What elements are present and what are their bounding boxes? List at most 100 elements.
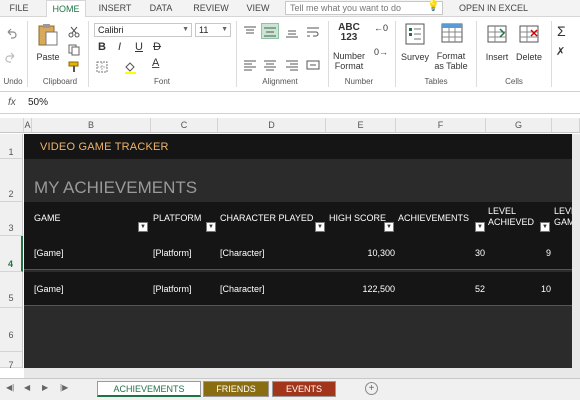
column-header-b[interactable]: B bbox=[32, 118, 151, 133]
filter-dropdown-icon[interactable]: ▼ bbox=[384, 222, 394, 232]
row-header-7[interactable]: 7 bbox=[0, 352, 23, 370]
divider bbox=[236, 21, 237, 87]
cut-icon[interactable] bbox=[68, 26, 80, 38]
cell-platform[interactable]: [Platform] bbox=[153, 284, 192, 294]
row-header-6[interactable]: 6 bbox=[0, 308, 23, 352]
survey-button[interactable]: Survey bbox=[399, 52, 431, 62]
font-color-button[interactable]: A bbox=[152, 57, 159, 69]
align-top-icon[interactable] bbox=[243, 26, 257, 38]
header-game: GAME bbox=[34, 213, 61, 223]
add-sheet-button[interactable]: + bbox=[365, 382, 378, 395]
clear-icon[interactable]: ✗ bbox=[556, 45, 565, 58]
table-row[interactable]: [Game] [Platform] [Character] 10,300 30 … bbox=[24, 236, 580, 270]
align-left-icon[interactable] bbox=[243, 59, 257, 71]
borders-icon[interactable] bbox=[96, 61, 108, 73]
align-middle-button[interactable] bbox=[261, 23, 279, 39]
worksheet[interactable]: VIDEO GAME TRACKER MY ACHIEVEMENTS GAME … bbox=[24, 134, 580, 368]
number-format-button[interactable]: Number Format bbox=[330, 51, 368, 71]
delete-button[interactable]: Delete bbox=[513, 52, 545, 62]
increase-decimal-icon[interactable]: ←0 bbox=[374, 23, 388, 33]
row-header-5[interactable]: 5 bbox=[0, 272, 23, 308]
group-label-cells: Cells bbox=[505, 77, 523, 86]
column-header-a[interactable]: A bbox=[24, 118, 32, 133]
horizontal-scrollbar[interactable] bbox=[24, 368, 572, 378]
divider bbox=[328, 21, 329, 87]
redo-icon[interactable] bbox=[5, 51, 17, 63]
underline-button[interactable]: U bbox=[135, 41, 143, 53]
strikethrough-button[interactable]: D bbox=[153, 41, 161, 53]
previous-sheet-icon[interactable]: ◀ bbox=[24, 383, 30, 392]
sheet-tab-friends[interactable]: FRIENDS bbox=[203, 381, 269, 397]
cell-game[interactable]: [Game] bbox=[34, 248, 64, 258]
filter-dropdown-icon[interactable]: ▼ bbox=[315, 222, 325, 232]
tab-data[interactable]: DATA bbox=[143, 0, 179, 17]
sheet-tab-achievements[interactable]: ACHIEVEMENTS bbox=[97, 381, 201, 397]
select-all-corner[interactable] bbox=[0, 118, 24, 133]
sheet-tab-events[interactable]: EVENTS bbox=[272, 381, 336, 397]
column-header-h[interactable] bbox=[552, 118, 580, 133]
group-label-clipboard: Clipboard bbox=[42, 77, 78, 86]
undo-icon[interactable] bbox=[5, 27, 17, 39]
row-header-4[interactable]: 4 bbox=[0, 236, 23, 272]
cell-character[interactable]: [Character] bbox=[220, 284, 265, 294]
cell-level[interactable]: 10 bbox=[486, 284, 551, 294]
autosum-icon[interactable]: Σ bbox=[557, 23, 566, 39]
column-header-f[interactable]: F bbox=[396, 118, 486, 133]
row-header-3[interactable]: 3 bbox=[0, 202, 23, 236]
cell-game[interactable]: [Game] bbox=[34, 284, 64, 294]
font-size-select[interactable]: 11 ▼ bbox=[195, 23, 231, 37]
paste-button[interactable]: Paste bbox=[34, 52, 62, 62]
tab-view[interactable]: VIEW bbox=[241, 0, 275, 17]
column-header-g[interactable]: G bbox=[486, 118, 552, 133]
copy-icon[interactable] bbox=[68, 44, 80, 56]
row-header-2[interactable]: 2 bbox=[0, 159, 23, 202]
vertical-scrollbar[interactable] bbox=[572, 134, 580, 378]
first-sheet-icon[interactable]: ◀| bbox=[6, 383, 14, 392]
group-label-tables: Tables bbox=[424, 77, 448, 86]
align-bottom-icon[interactable] bbox=[285, 26, 299, 38]
filter-dropdown-icon[interactable]: ▼ bbox=[138, 222, 148, 232]
column-header-e[interactable]: E bbox=[326, 118, 396, 133]
tab-home[interactable]: HOME bbox=[46, 0, 86, 18]
align-right-icon[interactable] bbox=[285, 59, 299, 71]
cell-high-score[interactable]: 10,300 bbox=[326, 248, 395, 258]
paste-icon[interactable] bbox=[37, 23, 59, 47]
merge-center-icon[interactable] bbox=[306, 59, 320, 71]
sheet-tabs-bar: ◀| ◀ ▶ |▶ ACHIEVEMENTS FRIENDS EVENTS + bbox=[0, 378, 580, 400]
bold-button[interactable]: B bbox=[98, 41, 106, 53]
open-in-excel-button[interactable]: OPEN IN EXCEL bbox=[459, 0, 528, 17]
filter-dropdown-icon[interactable]: ▼ bbox=[475, 222, 485, 232]
next-sheet-icon[interactable]: ▶ bbox=[42, 383, 48, 392]
row-header-1[interactable]: 1 bbox=[0, 134, 23, 159]
decrease-decimal-icon[interactable]: 0→ bbox=[374, 47, 388, 57]
font-name-select[interactable]: Calibri ▼ bbox=[94, 23, 192, 37]
chevron-down-icon: ▼ bbox=[182, 26, 189, 33]
cell-high-score[interactable]: 122,500 bbox=[326, 284, 395, 294]
format-as-table-label-2: as Table bbox=[434, 61, 468, 71]
filter-dropdown-icon[interactable]: ▼ bbox=[540, 222, 550, 232]
formula-input[interactable]: 50% bbox=[28, 97, 48, 108]
italic-button[interactable]: I bbox=[118, 41, 121, 53]
table-row[interactable]: [Game] [Platform] [Character] 122,500 52… bbox=[24, 272, 580, 306]
cell-character[interactable]: [Character] bbox=[220, 248, 265, 258]
last-sheet-icon[interactable]: |▶ bbox=[60, 383, 68, 392]
format-painter-icon[interactable] bbox=[68, 61, 80, 73]
tab-review[interactable]: REVIEW bbox=[190, 0, 232, 17]
format-as-table-icon bbox=[441, 23, 463, 43]
insert-button[interactable]: Insert bbox=[483, 52, 511, 62]
tab-file[interactable]: FILE bbox=[4, 0, 34, 17]
column-header-d[interactable]: D bbox=[218, 118, 326, 133]
cell-achievements[interactable]: 30 bbox=[396, 248, 485, 258]
header-level-line-1: LEVEL bbox=[488, 206, 517, 216]
cell-platform[interactable]: [Platform] bbox=[153, 248, 192, 258]
align-center-icon[interactable] bbox=[263, 59, 277, 71]
format-as-table-button[interactable]: Format as Table bbox=[431, 51, 471, 71]
tab-insert[interactable]: INSERT bbox=[95, 0, 135, 17]
cell-achievements[interactable]: 52 bbox=[396, 284, 485, 294]
cell-level[interactable]: 9 bbox=[486, 248, 551, 258]
fill-color-icon[interactable] bbox=[124, 61, 137, 74]
filter-dropdown-icon[interactable]: ▼ bbox=[206, 222, 216, 232]
column-header-c[interactable]: C bbox=[151, 118, 218, 133]
tell-me-search-input[interactable]: Tell me what you want to do bbox=[285, 1, 443, 15]
wrap-text-icon[interactable] bbox=[306, 26, 320, 38]
